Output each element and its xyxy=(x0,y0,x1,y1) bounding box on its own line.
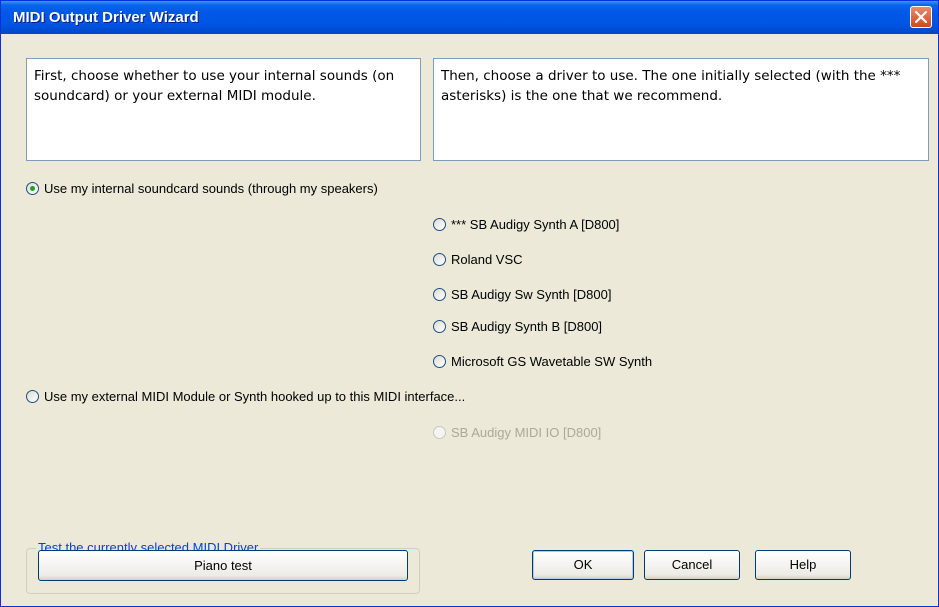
internal-sounds-radio[interactable] xyxy=(26,182,39,195)
piano-test-button[interactable]: Piano test xyxy=(38,550,408,581)
driver-radio[interactable] xyxy=(433,355,446,368)
ok-button[interactable]: OK xyxy=(532,550,634,580)
driver-radio-disabled xyxy=(433,426,446,439)
external-midi-radio[interactable] xyxy=(26,390,39,403)
driver-label: SB Audigy Synth B [D800] xyxy=(451,319,603,334)
driver-radio[interactable] xyxy=(433,218,446,231)
close-button[interactable] xyxy=(910,6,932,28)
instructions-right-text: Then, choose a driver to use. The one in… xyxy=(441,68,901,104)
external-midi-label: Use my external MIDI Module or Synth hoo… xyxy=(44,389,466,404)
internal-sounds-label: Use my internal soundcard sounds (throug… xyxy=(44,181,378,196)
help-label: Help xyxy=(789,557,817,572)
cancel-label: Cancel xyxy=(671,557,713,572)
driver-label: *** SB Audigy Synth A [D800] xyxy=(451,217,620,232)
external-midi-option[interactable]: Use my external MIDI Module or Synth hoo… xyxy=(26,389,465,404)
driver-radio[interactable] xyxy=(433,288,446,301)
driver-option-microsoft-gs-wavetable[interactable]: Microsoft GS Wavetable SW Synth xyxy=(433,354,652,369)
instructions-left-box: First, choose whether to use your intern… xyxy=(26,58,421,161)
ok-label: OK xyxy=(573,557,593,572)
driver-option-roland-vsc[interactable]: Roland VSC xyxy=(433,252,523,267)
driver-option-sb-audigy-synth-a[interactable]: *** SB Audigy Synth A [D800] xyxy=(433,217,619,232)
window-title: MIDI Output Driver Wizard xyxy=(13,9,199,26)
midi-output-driver-wizard-dialog: MIDI Output Driver Wizard First, choose … xyxy=(0,0,939,607)
help-button[interactable]: Help xyxy=(755,550,851,580)
driver-label: Microsoft GS Wavetable SW Synth xyxy=(451,354,653,369)
driver-radio[interactable] xyxy=(433,253,446,266)
instructions-right-box: Then, choose a driver to use. The one in… xyxy=(433,58,929,161)
title-bar[interactable]: MIDI Output Driver Wizard xyxy=(1,1,938,34)
driver-option-sb-audigy-sw-synth[interactable]: SB Audigy Sw Synth [D800] xyxy=(433,287,611,302)
driver-label: SB Audigy Sw Synth [D800] xyxy=(451,287,612,302)
driver-option-sb-audigy-midi-io: SB Audigy MIDI IO [D800] xyxy=(433,425,601,440)
close-icon xyxy=(915,11,927,23)
driver-radio[interactable] xyxy=(433,320,446,333)
internal-sounds-option[interactable]: Use my internal soundcard sounds (throug… xyxy=(26,181,378,196)
driver-label: Roland VSC xyxy=(451,252,523,267)
piano-test-label: Piano test xyxy=(194,558,252,573)
driver-option-sb-audigy-synth-b[interactable]: SB Audigy Synth B [D800] xyxy=(433,319,602,334)
cancel-button[interactable]: Cancel xyxy=(644,550,740,580)
instructions-left-text: First, choose whether to use your intern… xyxy=(34,68,395,104)
driver-label-disabled: SB Audigy MIDI IO [D800] xyxy=(451,425,602,440)
